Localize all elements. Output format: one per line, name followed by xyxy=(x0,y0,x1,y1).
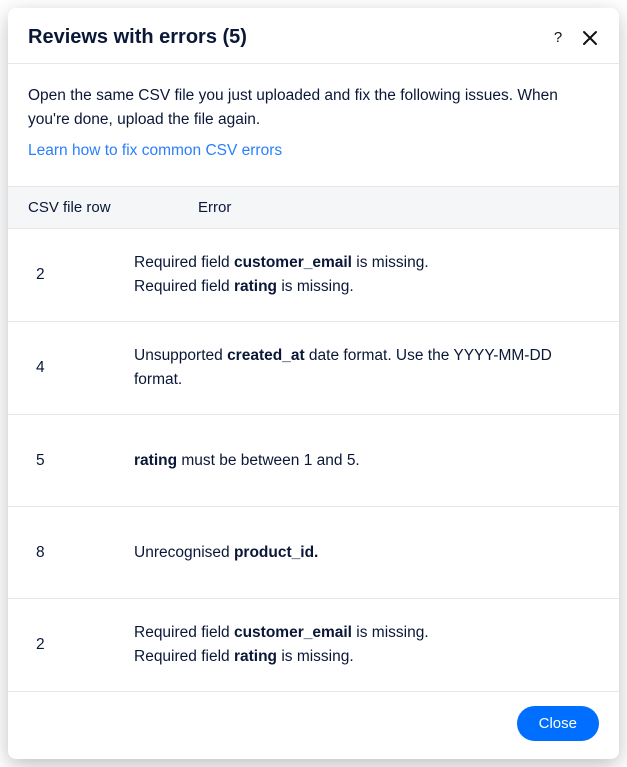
error-modal: Reviews with errors (5) ? Open the same … xyxy=(8,8,619,759)
row-error: Unrecognised product_id. xyxy=(128,541,619,565)
error-line: Required field customer_email is missing… xyxy=(134,621,591,645)
row-number: 2 xyxy=(8,636,128,654)
modal-header: Reviews with errors (5) ? xyxy=(8,8,619,64)
header-actions: ? xyxy=(549,29,599,47)
close-button[interactable]: Close xyxy=(517,706,599,741)
col-header-error: Error xyxy=(128,199,619,216)
table-header: CSV file row Error xyxy=(8,186,619,229)
row-number: 2 xyxy=(8,266,128,284)
row-number: 8 xyxy=(8,544,128,562)
row-error: rating must be between 1 and 5. xyxy=(128,449,619,473)
error-line: Required field rating is missing. xyxy=(134,645,591,669)
modal-footer: Close xyxy=(8,692,619,759)
table-row: 2 Required field customer_email is missin… xyxy=(8,229,619,322)
error-line: Unrecognised product_id. xyxy=(134,541,591,565)
row-error: Unsupported created_at date format. Use … xyxy=(128,344,619,392)
table-body: 2 Required field customer_email is missin… xyxy=(8,229,619,692)
row-error: Required field customer_email is missing… xyxy=(128,621,619,669)
learn-link[interactable]: Learn how to fix common CSV errors xyxy=(28,142,282,159)
table-row: 5 rating must be between 1 and 5. xyxy=(8,415,619,507)
help-icon[interactable]: ? xyxy=(549,29,567,47)
close-icon[interactable] xyxy=(581,29,599,47)
error-line: Required field rating is missing. xyxy=(134,275,591,299)
col-header-row: CSV file row xyxy=(8,199,128,216)
intro-section: Open the same CSV file you just uploaded… xyxy=(8,64,619,186)
table-row: 8 Unrecognised product_id. xyxy=(8,507,619,599)
intro-text: Open the same CSV file you just uploaded… xyxy=(28,84,597,132)
error-line: rating must be between 1 and 5. xyxy=(134,449,591,473)
table-row: 4 Unsupported created_at date format. Use… xyxy=(8,322,619,415)
error-line: Required field customer_email is missing… xyxy=(134,251,591,275)
row-number: 5 xyxy=(8,452,128,470)
row-error: Required field customer_email is missing… xyxy=(128,251,619,299)
table-row: 2 Required field customer_email is missin… xyxy=(8,599,619,692)
modal-title: Reviews with errors (5) xyxy=(28,26,247,49)
error-line: Unsupported created_at date format. Use … xyxy=(134,344,591,392)
row-number: 4 xyxy=(8,359,128,377)
